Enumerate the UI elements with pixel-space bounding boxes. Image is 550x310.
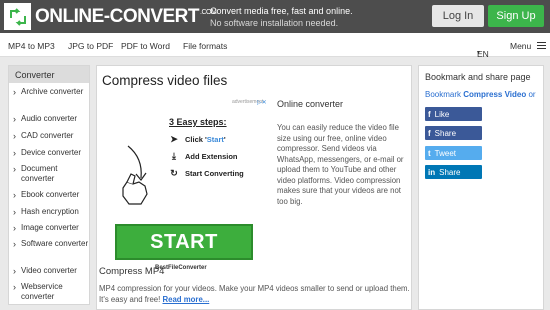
linkedin-icon: in [428,167,436,177]
facebook-icon: f [428,109,431,119]
twitter-icon: t [428,148,431,158]
nav-link-jpg-to-pdf[interactable]: JPG to PDF [68,41,113,51]
bookmark-link[interactable]: Compress Video [463,90,526,99]
read-more-link[interactable]: Read more... [162,295,209,304]
nav-link-file-formats[interactable]: File formats [183,41,227,51]
step-add-extension: ⤓ Add Extension [169,151,238,162]
facebook-share-button[interactable]: f Share [425,126,482,140]
online-converter-text: You can easily reduce the video file siz… [277,123,404,206]
sidebar-heading: Converter [9,66,89,83]
site-logo[interactable]: ONLINE-CONVERT.COM [4,3,217,30]
signup-button[interactable]: Sign Up [488,5,544,27]
sidebar-item-device[interactable]: Device converter [9,148,89,158]
bookmark-text: Bookmark Compress Video or [425,90,536,99]
menu-label[interactable]: Menu [510,41,531,51]
sidebar-item-document[interactable]: Document converter [9,164,89,184]
site-header: ONLINE-CONVERT.COM Convert media free, f… [0,0,550,33]
linkedin-share-button[interactable]: in Share [425,165,482,179]
advertisement[interactable]: advertisement ▷✕ 3 Easy steps: ➤ Click '… [99,98,269,271]
facebook-like-button[interactable]: f Like [425,107,482,121]
ad-close-icon[interactable]: ▷✕ [257,99,267,106]
tagline: Convert media free, fast and online. No … [210,5,353,29]
logo-arrows-icon [4,3,31,30]
tagline-sub: No software installation needed. [210,18,339,28]
compress-mp4-heading: Compress MP4 [99,266,165,277]
main-content: Compress video files advertisement ▷✕ 3 … [96,65,412,310]
twitter-tweet-button[interactable]: t Tweet [425,146,482,160]
sidebar-item-video[interactable]: Video converter [9,266,89,276]
steps-title: 3 Easy steps: [169,117,227,127]
hamburger-icon[interactable] [537,42,546,49]
bookmark-panel: Bookmark and share page Bookmark Compres… [418,65,544,310]
download-icon: ⤓ [172,151,176,161]
step-click-start: ➤ Click 'Start' [170,134,226,144]
sidebar-item-hash[interactable]: Hash encryption [9,207,89,217]
page-title: Compress video files [102,73,228,88]
facebook-icon: f [428,128,431,138]
sidebar-item-audio[interactable]: Audio converter [9,114,89,124]
sidebar-item-image[interactable]: Image converter [9,223,89,233]
refresh-icon: ↻ [170,168,178,178]
logo-text: ONLINE-CONVERT.COM [35,5,217,27]
top-nav: MP4 to MP3 JPG to PDF PDF to Word File f… [0,33,550,59]
bookmark-heading: Bookmark and share page [425,72,531,82]
sidebar-item-ebook[interactable]: Ebook converter [9,190,89,200]
ad-start-button[interactable]: START [115,224,253,260]
login-button[interactable]: Log In [432,5,484,27]
tagline-main: Convert media free, fast and online. [210,6,353,16]
sidebar-item-cad[interactable]: CAD converter [9,131,89,141]
sidebar-item-archive[interactable]: Archive converter [9,87,89,97]
sidebar-item-webservice[interactable]: Webservice converter [9,282,89,302]
step-start-converting: ↻ Start Converting [170,168,244,178]
compress-mp4-text: MP4 compression for your videos. Make yo… [99,284,410,304]
chevron-down-icon: ▾ [477,50,481,56]
online-converter-heading: Online converter [277,99,344,109]
nav-link-mp4-to-mp3[interactable]: MP4 to MP3 [8,41,55,51]
hand-arrow-icon [122,145,148,205]
cursor-icon: ➤ [170,134,178,144]
nav-link-pdf-to-word[interactable]: PDF to Word [121,41,170,51]
sidebar-item-software[interactable]: Software converter [9,239,89,249]
converter-sidebar: Converter Archive converter Audio conver… [8,65,90,305]
